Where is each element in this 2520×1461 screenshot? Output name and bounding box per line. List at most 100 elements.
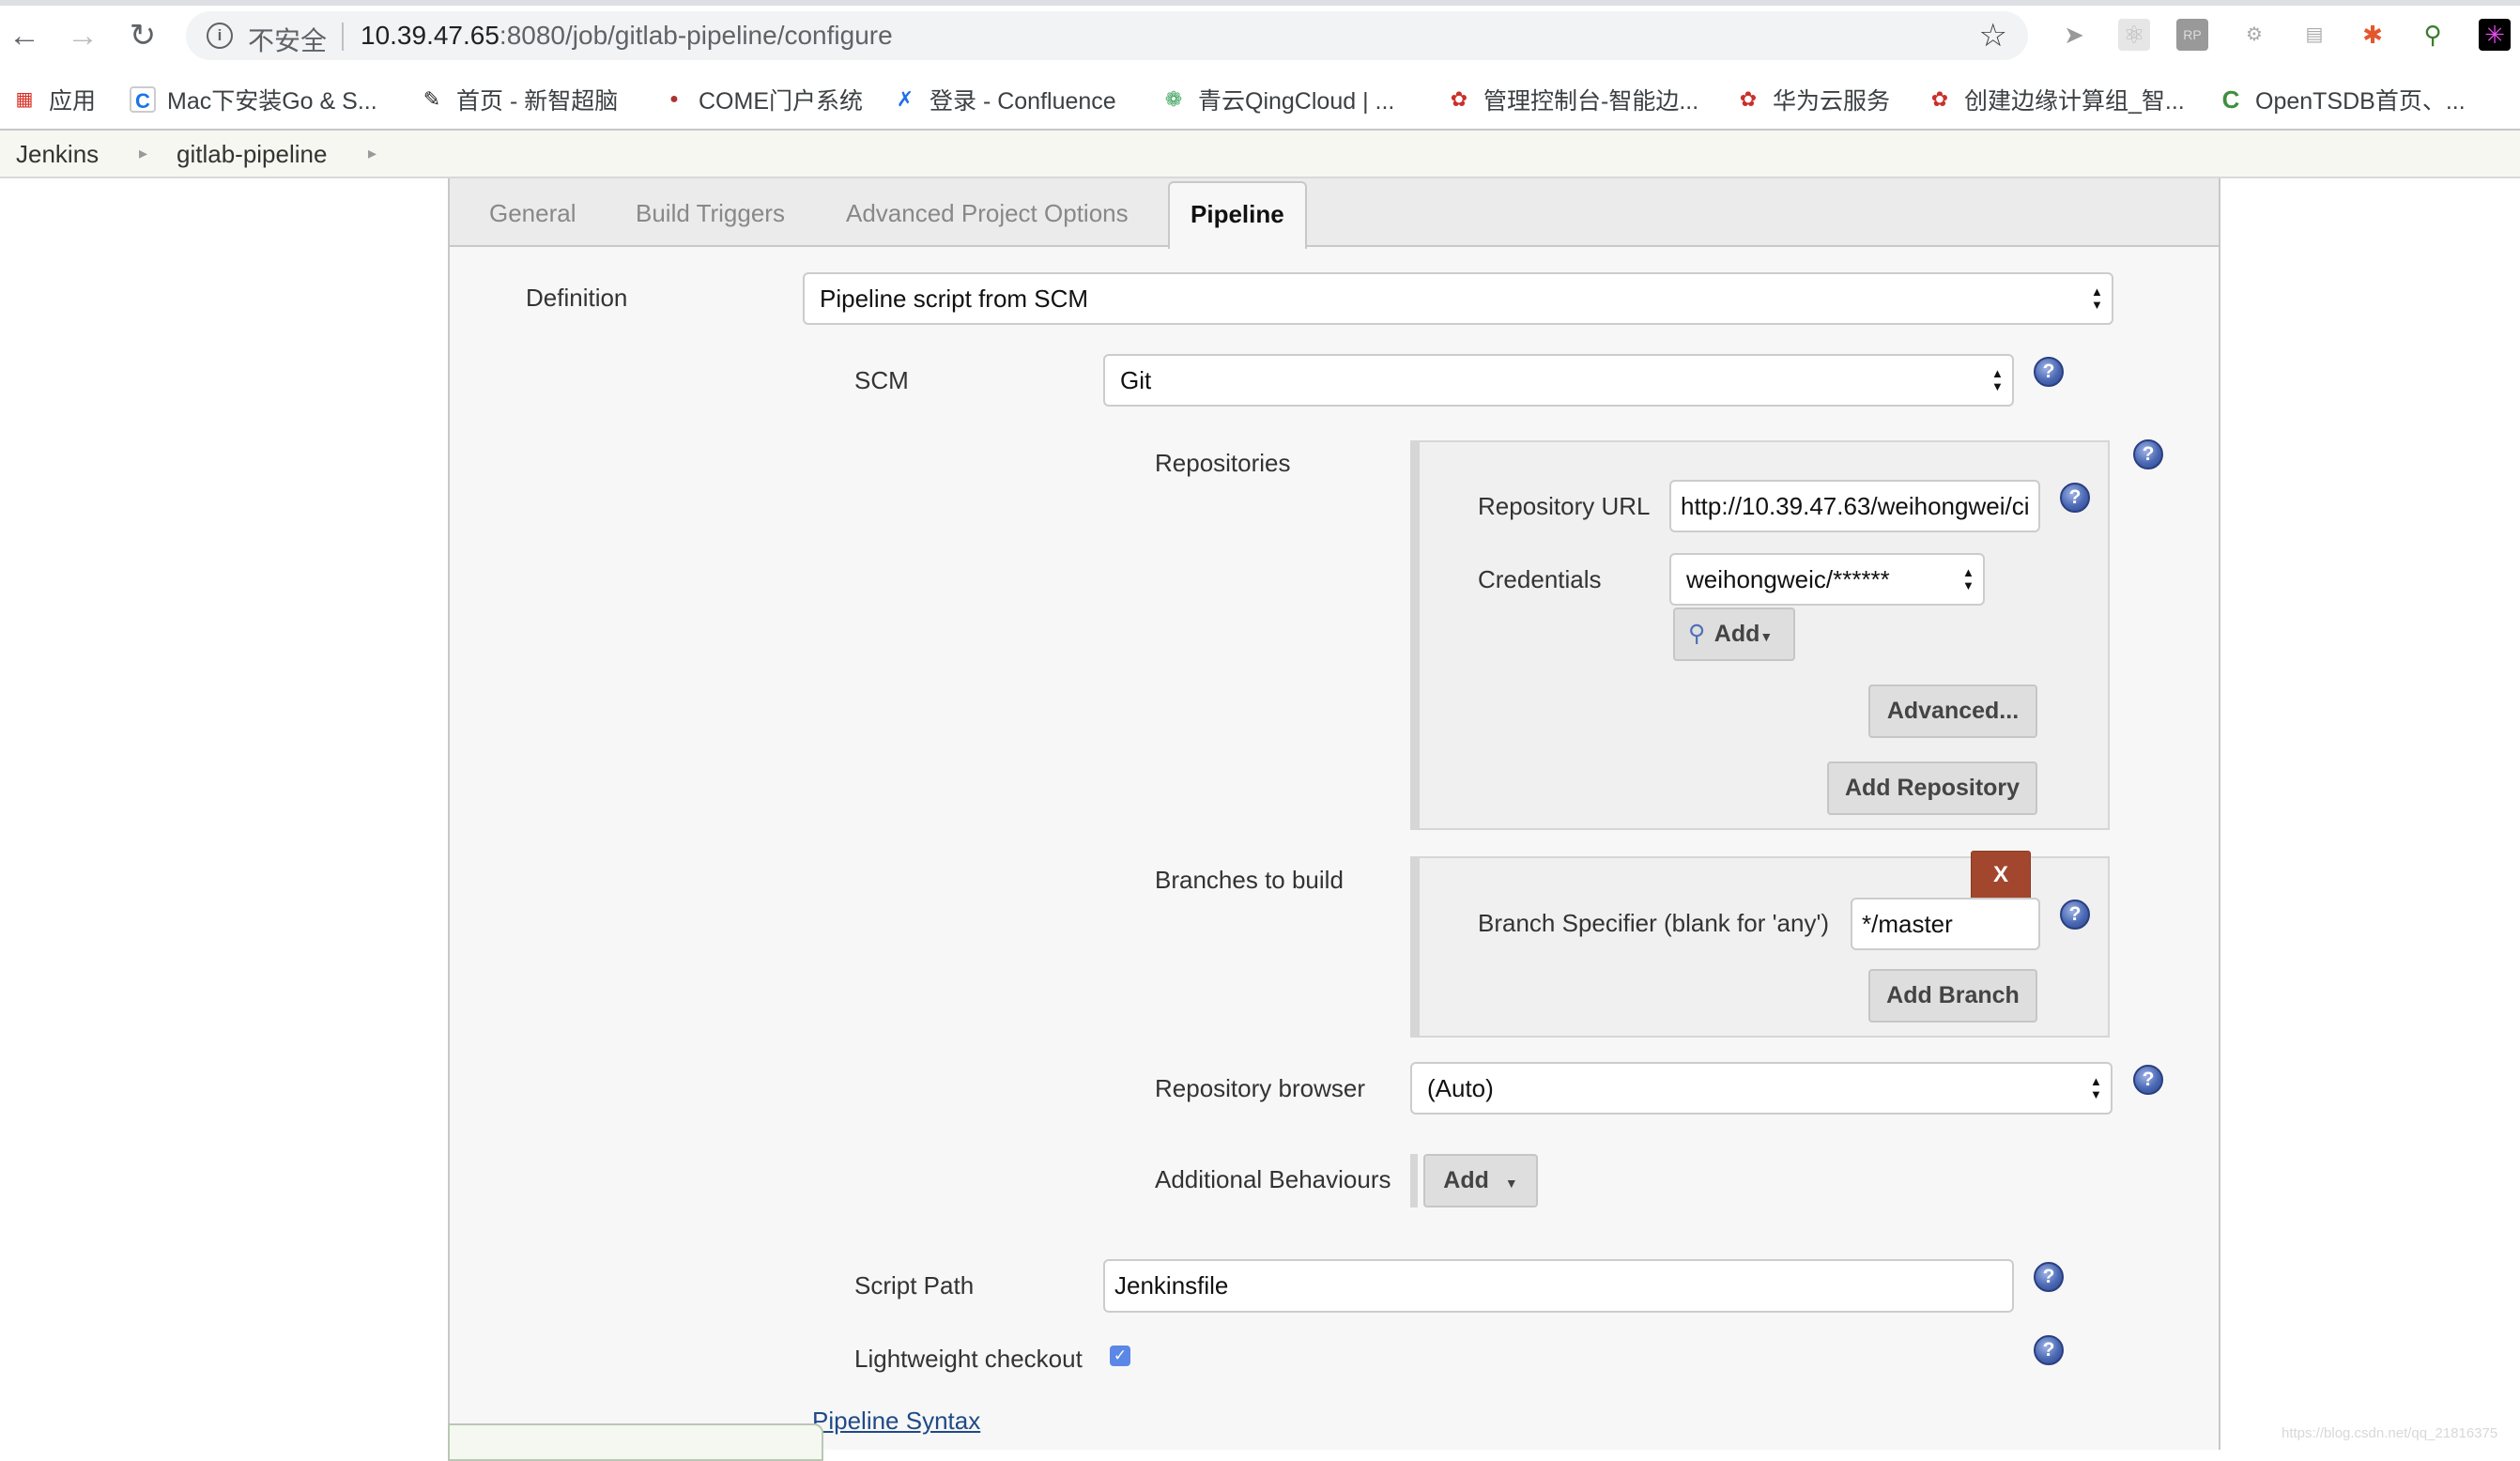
url-path: :8080/job/gitlab-pipeline/configure (499, 21, 893, 50)
bookmark-item[interactable]: ✿ 管理控制台-智能边... (1446, 81, 1698, 118)
breadcrumb: Jenkins ▸ gitlab-pipeline ▸ (0, 129, 2520, 178)
bookmark-apps[interactable]: ▦ 应用 (11, 81, 96, 118)
repo-browser-help-icon[interactable]: ? (2133, 1065, 2163, 1095)
forward-arrow-icon[interactable]: → (64, 17, 101, 54)
credentials-label: Credentials (1478, 565, 1602, 593)
bookmark-label: 管理控制台-智能边... (1483, 88, 1699, 115)
add-credentials-button[interactable]: ⚲ Add▼ (1673, 607, 1795, 661)
select-arrows-icon: ▲ ▼ (2090, 1074, 2102, 1101)
confluence-icon: ✗ (896, 87, 914, 111)
pipeline-syntax-link[interactable]: Pipeline Syntax (812, 1407, 980, 1436)
bottom-sticky-bar (448, 1423, 823, 1461)
config-tabs: General Build Triggers Advanced Project … (450, 178, 2219, 249)
tab-build-triggers[interactable]: Build Triggers (636, 199, 785, 228)
definition-select[interactable]: Pipeline script from SCM ▲ ▼ (803, 272, 2113, 325)
branches-drag-handle[interactable] (1410, 856, 1420, 1038)
address-separator (342, 23, 344, 51)
portal-icon: ● (669, 91, 679, 107)
bookmark-item[interactable]: ❁ 青云QingCloud | ... (1160, 81, 1395, 118)
branch-spec-help-icon[interactable]: ? (2060, 900, 2090, 930)
scm-value: Git (1120, 366, 1152, 394)
back-arrow-icon[interactable]: ← (6, 17, 43, 54)
add-behaviour-button[interactable]: Add ▼ (1423, 1154, 1538, 1207)
scm-label: SCM (854, 366, 909, 394)
bookmark-item[interactable]: ✎ 首页 - 新智超脑 (419, 81, 618, 118)
delete-branch-button[interactable]: X (1971, 851, 2031, 900)
dropdown-caret-icon: ▼ (1759, 629, 1774, 644)
c-logo-icon: C (130, 86, 156, 113)
bookmark-item[interactable]: ✿ 华为云服务 (1735, 81, 1890, 118)
bookmark-label: 华为云服务 (1773, 88, 1891, 115)
apps-grid-icon: ▦ (15, 89, 34, 110)
advanced-button[interactable]: Advanced... (1868, 684, 2037, 738)
add-credentials-label: Add (1713, 621, 1760, 647)
bookmark-item[interactable]: ● COME门户系统 (661, 81, 863, 118)
lightweight-checkout-checkbox[interactable]: ✓ (1110, 1346, 1130, 1366)
repo-url-input[interactable] (1669, 480, 2040, 532)
tab-advanced-project-options[interactable]: Advanced Project Options (846, 199, 1129, 228)
qr-dark-icon[interactable]: ✳ (2479, 19, 2511, 51)
add-branch-button[interactable]: Add Branch (1868, 969, 2037, 1023)
rp-icon[interactable]: RP (2176, 19, 2208, 51)
tab-general[interactable]: General (489, 199, 576, 228)
lightweight-checkout-label: Lightweight checkout (854, 1345, 1083, 1373)
select-arrows-icon: ▲ ▼ (2091, 285, 2103, 312)
address-bar[interactable]: i 不安全 10.39.47.65:8080/job/gitlab-pipeli… (186, 11, 2028, 60)
bookmark-label: Mac下安装Go & S... (167, 88, 377, 115)
select-arrows-icon: ▲ ▼ (1991, 366, 2004, 393)
sitemap-icon[interactable]: ⚙ (2238, 19, 2270, 51)
bookmark-item[interactable]: C Mac下安装Go & S... (130, 81, 377, 118)
watermark: https://blog.csdn.net/qq_21816375 (2282, 1425, 2498, 1441)
credentials-value: weihongweic/****** (1686, 565, 1890, 593)
script-path-help-icon[interactable]: ? (2034, 1262, 2064, 1292)
edit-icon: ✎ (423, 87, 441, 111)
repo-browser-select[interactable]: (Auto) ▲ ▼ (1410, 1062, 2113, 1115)
browser-chrome: ← → ↻ i 不安全 10.39.47.65:8080/job/gitlab-… (0, 0, 2520, 129)
bookmark-label: 应用 (49, 88, 97, 115)
huawei-icon: ✿ (1739, 87, 1758, 111)
repositories-help-icon[interactable]: ? (2133, 439, 2163, 469)
bookmarks-bar: ▦ 应用 C Mac下安装Go & S... ✎ 首页 - 新智超脑 ● COM… (0, 73, 2520, 128)
bookmark-label: COME门户系统 (699, 88, 864, 115)
repositories-label: Repositories (1155, 449, 1291, 477)
tab-pipeline[interactable]: Pipeline (1168, 181, 1307, 249)
bookmark-label: 创建边缘计算组_智... (1964, 88, 2185, 115)
branch-spec-input[interactable] (1851, 898, 2040, 950)
breadcrumb-chevron-icon[interactable]: ▸ (139, 144, 147, 163)
bird-icon[interactable]: ➤ (2058, 19, 2090, 51)
qr-icon[interactable]: ▤ (2298, 19, 2330, 51)
url-host: 10.39.47.65 (361, 21, 499, 50)
breadcrumb-job[interactable]: gitlab-pipeline (177, 140, 327, 169)
pinwheel-icon[interactable]: ✱ (2357, 19, 2389, 51)
reload-icon[interactable]: ↻ (124, 17, 161, 54)
repo-url-help-icon[interactable]: ? (2060, 483, 2090, 513)
huawei-icon: ✿ (1930, 87, 1949, 111)
dropdown-caret-icon: ▼ (1504, 1176, 1518, 1191)
scm-select[interactable]: Git ▲ ▼ (1103, 354, 2014, 407)
repositories-drag-handle[interactable] (1410, 440, 1420, 830)
scm-help-icon[interactable]: ? (2034, 357, 2064, 387)
breadcrumb-chevron-icon[interactable]: ▸ (368, 144, 376, 163)
bookmark-item[interactable]: ✿ 创建边缘计算组_智... (1927, 81, 2185, 118)
bookmark-label: 青云QingCloud | ... (1198, 88, 1395, 115)
tab-strip-edge (0, 0, 2520, 6)
add-repository-button[interactable]: Add Repository (1827, 761, 2037, 815)
breadcrumb-jenkins[interactable]: Jenkins (16, 140, 99, 169)
key-icon: ⚲ (1688, 621, 1706, 647)
info-icon[interactable]: i (207, 23, 233, 49)
bookmark-item[interactable]: ✗ 登录 - Confluence (892, 81, 1116, 118)
bookmark-item[interactable]: C OpenTSDB首页、... (2218, 81, 2466, 118)
insecure-label: 不安全 (248, 26, 328, 55)
bookmark-star-icon[interactable]: ☆ (1979, 17, 2007, 54)
credentials-select[interactable]: weihongweic/****** ▲ ▼ (1669, 553, 1985, 606)
url-text[interactable]: 10.39.47.65:8080/job/gitlab-pipeline/con… (361, 21, 893, 51)
script-path-input[interactable] (1103, 1259, 2014, 1313)
magnifier-icon[interactable]: ⚲ (2417, 19, 2449, 51)
definition-value: Pipeline script from SCM (820, 285, 1089, 313)
qingcloud-icon: ❁ (1164, 87, 1183, 111)
additional-behaviours-label: Additional Behaviours (1155, 1165, 1391, 1193)
bookmark-label: 首页 - 新智超脑 (456, 88, 619, 115)
repo-browser-label: Repository browser (1155, 1074, 1365, 1102)
react-icon[interactable]: ⚛ (2118, 19, 2150, 51)
lightweight-checkout-help-icon[interactable]: ? (2034, 1335, 2064, 1365)
